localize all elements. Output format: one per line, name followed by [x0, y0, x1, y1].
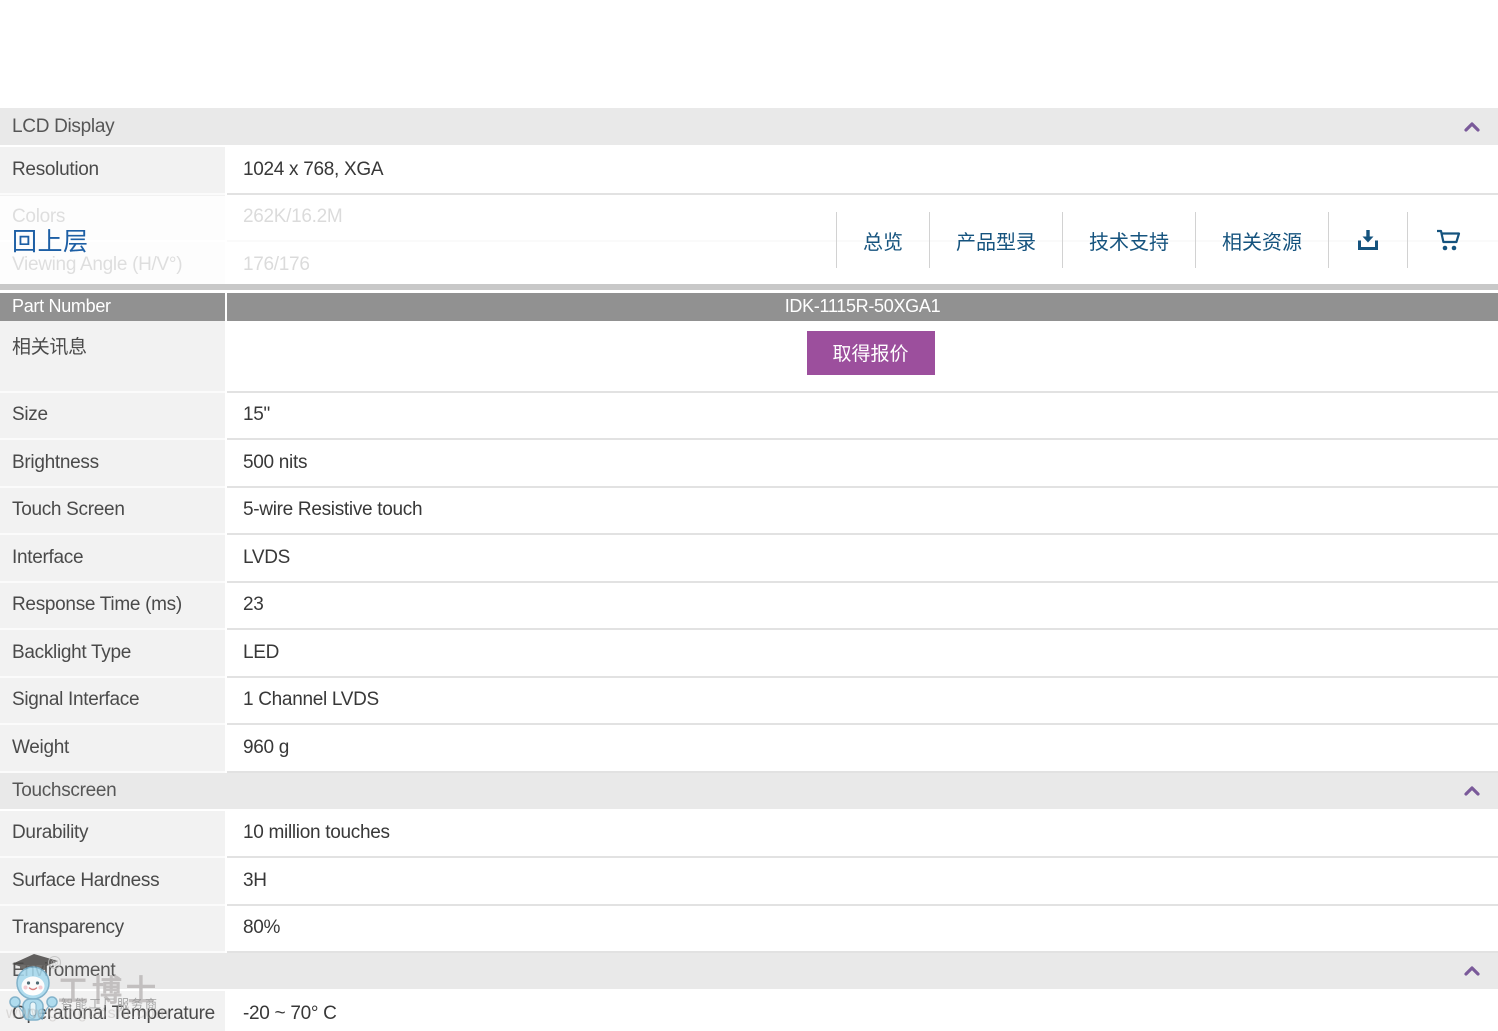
spec-label: Backlight Type: [0, 630, 225, 678]
spec-value: 960 g: [227, 725, 1498, 773]
nav-item-tech-support[interactable]: 技术支持: [1063, 226, 1195, 255]
related-info-label: 相关讯息: [0, 321, 225, 393]
navbar-bottom-shadow: [0, 284, 1498, 290]
part-number-label: Part Number: [0, 293, 225, 321]
spec-label: Size: [0, 393, 225, 441]
table-row: Interface LVDS: [0, 535, 1498, 583]
spec-label: Weight: [0, 725, 225, 773]
section-header-environment[interactable]: Environment: [0, 953, 1498, 991]
section-title: LCD Display: [12, 116, 114, 138]
part-number-value: IDK-1115R-50XGA1: [227, 293, 1498, 321]
spec-value: -20 ~ 70° C: [227, 991, 1498, 1031]
spec-label: Operational Temperature: [0, 991, 225, 1031]
related-info-row: 相关讯息 取得报价: [0, 321, 1498, 393]
product-spec-page: LCD Display Resolution 1024 x 768, XGA C…: [0, 0, 1498, 1031]
spec-label: Brightness: [0, 440, 225, 488]
spec-value: 1 Channel LVDS: [227, 678, 1498, 726]
product-nav-menu: 总览 产品型录 技术支持 相关资源: [836, 212, 1488, 268]
table-row: Operational Temperature -20 ~ 70° C: [0, 991, 1498, 1031]
nav-item-overview[interactable]: 总览: [837, 226, 929, 255]
spec-value: 10 million touches: [227, 811, 1498, 859]
spec-value: 80%: [227, 906, 1498, 954]
section-header-touchscreen[interactable]: Touchscreen: [0, 773, 1498, 811]
table-row: Weight 960 g: [0, 725, 1498, 773]
table-row: Size 15": [0, 393, 1498, 441]
spec-label: Resolution: [0, 147, 225, 195]
table-row: Surface Hardness 3H: [0, 858, 1498, 906]
spec-value: 500 nits: [227, 440, 1498, 488]
section-title: Touchscreen: [12, 780, 116, 802]
table-row: Brightness 500 nits: [0, 440, 1498, 488]
table-row: Durability 10 million touches: [0, 811, 1498, 859]
table-row: Resolution 1024 x 768, XGA: [0, 147, 1498, 195]
table-row: Signal Interface 1 Channel LVDS: [0, 678, 1498, 726]
spec-value: LVDS: [227, 535, 1498, 583]
nav-item-related-resources[interactable]: 相关资源: [1196, 226, 1328, 255]
section-title: Environment: [12, 960, 115, 982]
chevron-up-icon[interactable]: [1464, 960, 1480, 982]
spec-value: 1024 x 768, XGA: [227, 147, 1498, 195]
get-quote-button[interactable]: 取得报价: [807, 331, 935, 375]
spec-label: Surface Hardness: [0, 858, 225, 906]
spec-label: Transparency: [0, 906, 225, 954]
spec-value: 3H: [227, 858, 1498, 906]
part-number-row: Part Number IDK-1115R-50XGA1: [0, 293, 1498, 321]
spec-value: 23: [227, 583, 1498, 631]
back-to-top-link[interactable]: 回上层: [12, 222, 89, 258]
spec-label: Touch Screen: [0, 488, 225, 536]
sticky-product-navbar: 回上层 总览 产品型录 技术支持 相关资源: [0, 196, 1498, 284]
table-row: Transparency 80%: [0, 906, 1498, 954]
download-icon[interactable]: [1329, 228, 1407, 252]
chevron-up-icon[interactable]: [1464, 116, 1480, 138]
spec-value: LED: [227, 630, 1498, 678]
table-row: Response Time (ms) 23: [0, 583, 1498, 631]
spec-value: 15": [227, 393, 1498, 441]
quote-cell: 取得报价: [227, 321, 1498, 393]
spec-label: Signal Interface: [0, 678, 225, 726]
spec-label: Durability: [0, 811, 225, 859]
cart-icon[interactable]: [1408, 228, 1488, 252]
spec-label: Interface: [0, 535, 225, 583]
table-row: Touch Screen 5-wire Resistive touch: [0, 488, 1498, 536]
nav-item-catalog[interactable]: 产品型录: [930, 226, 1062, 255]
table-row: Backlight Type LED: [0, 630, 1498, 678]
chevron-up-icon[interactable]: [1464, 780, 1480, 802]
spec-value: 5-wire Resistive touch: [227, 488, 1498, 536]
spec-label: Response Time (ms): [0, 583, 225, 631]
section-header-lcd-display[interactable]: LCD Display: [0, 108, 1498, 147]
